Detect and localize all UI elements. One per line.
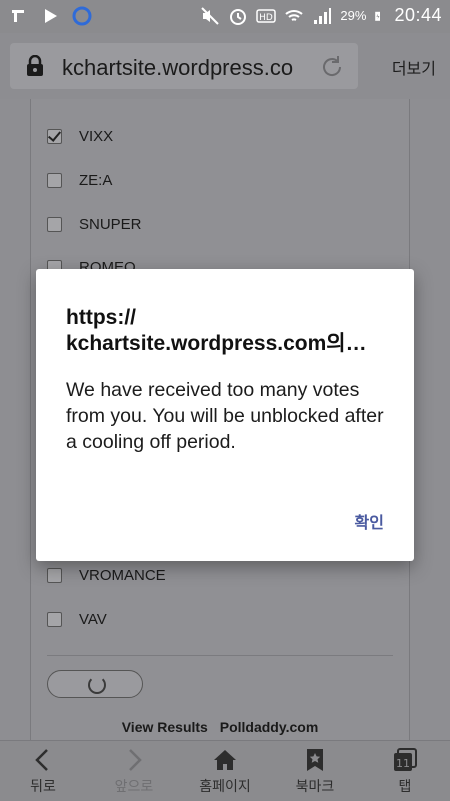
bookmarks-button[interactable]: 북마크 xyxy=(280,747,350,796)
bottom-navigation: 뒤로 앞으로 홈페이지 북마크 11 탭 xyxy=(0,740,450,801)
divider xyxy=(47,655,393,656)
poll-option-label: VIXX xyxy=(79,127,114,145)
url-field[interactable]: kchartsite.wordpress.co xyxy=(10,43,358,89)
poll-option[interactable]: VIXX xyxy=(47,121,113,151)
tab-count: 11 xyxy=(396,757,410,770)
mute-icon xyxy=(201,6,220,25)
browser-toolbar: kchartsite.wordpress.co 더보기 xyxy=(0,33,450,99)
url-text[interactable]: kchartsite.wordpress.co xyxy=(62,55,298,81)
checkbox[interactable] xyxy=(47,567,62,583)
tabs-label: 탭 xyxy=(398,778,412,794)
play-icon xyxy=(45,9,57,23)
wifi-icon xyxy=(285,9,304,21)
poll-option-label: ZE:A xyxy=(79,171,113,189)
vote-button[interactable] xyxy=(47,670,143,698)
clock: 20:44 xyxy=(394,5,442,25)
poll-option-label: SNUPER xyxy=(79,215,142,233)
view-results-link[interactable]: View Results xyxy=(122,719,208,735)
bookmarks-label: 북마크 xyxy=(295,778,335,794)
dialog-title-line2: kchartsite.wordpress.com의… xyxy=(66,332,367,355)
tabs-button[interactable]: 11 탭 xyxy=(370,747,440,796)
checkbox[interactable] xyxy=(47,216,62,232)
forward-button[interactable]: 앞으로 xyxy=(99,747,169,796)
poll-footer: View Results Polldaddy.com xyxy=(31,719,409,735)
status-bar: HD 29% 20:44 xyxy=(0,0,450,33)
battery-percent: 29% xyxy=(340,8,367,23)
bookmark-star-icon xyxy=(307,749,323,771)
more-button[interactable]: 더보기 xyxy=(392,55,436,79)
checkbox[interactable] xyxy=(47,172,62,188)
checkbox[interactable] xyxy=(47,128,62,144)
chevron-left-icon xyxy=(35,749,48,771)
alert-dialog: https:// kchartsite.wordpress.com의… We h… xyxy=(36,269,414,561)
tabs-icon: 11 xyxy=(394,748,417,771)
checkbox[interactable] xyxy=(47,611,62,627)
poll-option-label: VROMANCE xyxy=(79,566,166,584)
svg-text:HD: HD xyxy=(260,13,274,23)
poll-option[interactable]: ZE:A xyxy=(47,165,112,195)
lock-icon xyxy=(27,55,43,76)
dialog-message: We have received too many votes from you… xyxy=(66,379,384,453)
poll-option-label: VAV xyxy=(79,610,107,628)
forward-label: 앞으로 xyxy=(114,778,154,794)
dialog-title: https:// kchartsite.wordpress.com의… xyxy=(66,305,396,357)
loading-spinner-icon xyxy=(88,676,106,694)
chevron-right-icon xyxy=(129,749,142,771)
hd-icon: HD xyxy=(256,8,277,23)
dialog-title-line1: https:// xyxy=(66,306,136,329)
home-button[interactable]: 홈페이지 xyxy=(190,747,260,796)
polldaddy-link[interactable]: Polldaddy.com xyxy=(220,719,319,735)
battery-charging-icon xyxy=(375,11,381,21)
notification-app-icon xyxy=(12,10,24,22)
poll-option[interactable]: VROMANCE xyxy=(47,560,166,590)
alarm-icon xyxy=(230,8,247,25)
home-icon xyxy=(214,750,236,770)
poll-option[interactable]: VAV xyxy=(47,604,107,634)
poll-option[interactable]: SNUPER xyxy=(47,209,142,239)
signal-icon xyxy=(314,7,332,24)
reload-icon[interactable] xyxy=(318,53,346,81)
sync-icon xyxy=(72,6,92,26)
home-label: 홈페이지 xyxy=(199,778,251,794)
back-button[interactable]: 뒤로 xyxy=(8,747,78,796)
ok-button[interactable]: 확인 xyxy=(355,509,384,533)
back-label: 뒤로 xyxy=(30,778,56,794)
